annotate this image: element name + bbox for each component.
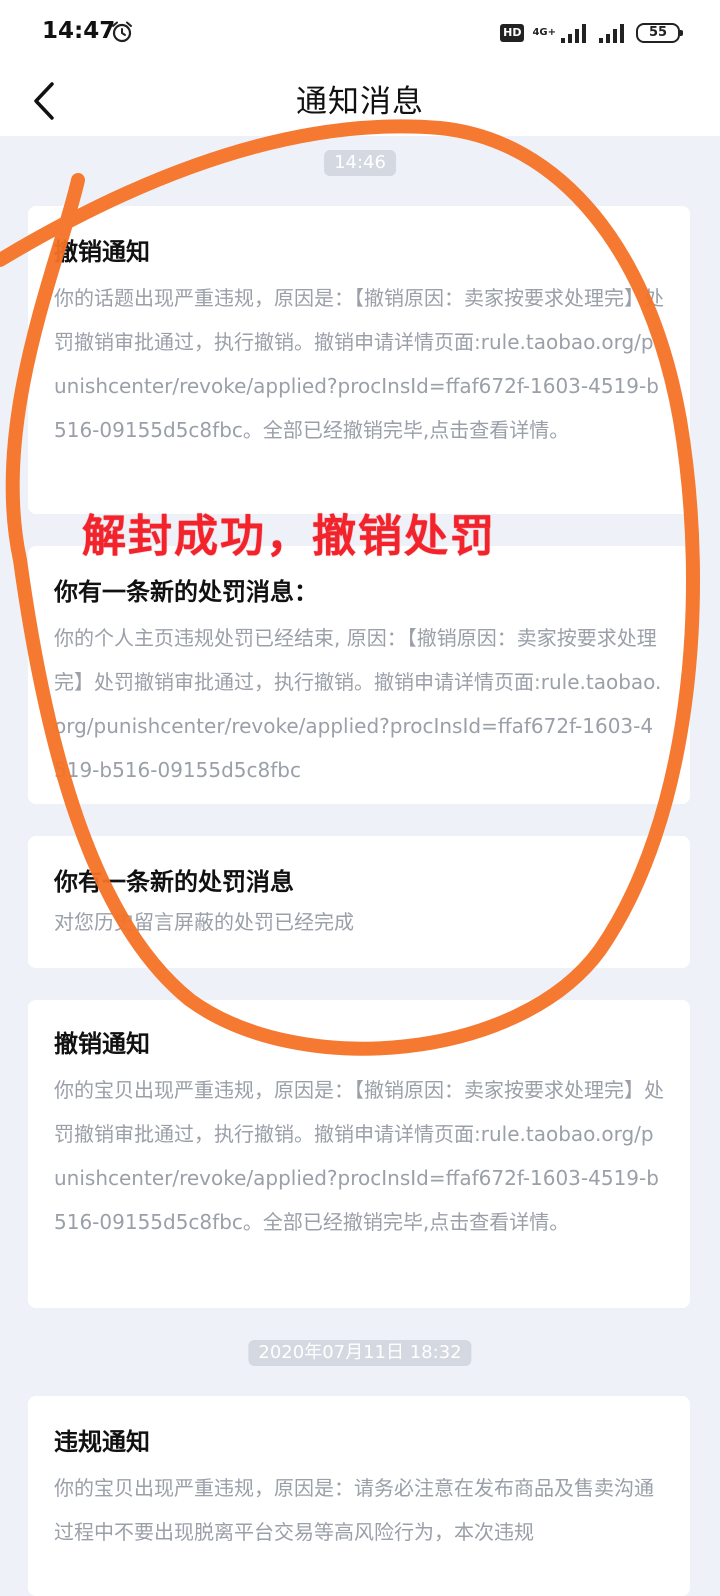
- message-title: 撤销通知: [54, 238, 150, 266]
- message-body: 对您历史留言屏蔽的处罚已经完成: [54, 910, 354, 934]
- signal-strength-icon: [561, 24, 586, 43]
- battery-indicator: 55: [636, 23, 683, 43]
- status-bar: 14:47 HD 4G+ 55: [0, 0, 720, 66]
- message-body: 你的宝贝出现严重违规，原因是：请务必注意在发布商品及售卖沟通过程中不要出现脱离平…: [54, 1476, 654, 1544]
- message-card[interactable]: 你有一条新的处罚消息： 你的个人主页违规处罚已经结束, 原因：【撤销原因：卖家按…: [28, 546, 690, 804]
- network-type-label: 4G+: [532, 27, 556, 38]
- message-body: 你的话题出现严重违规，原因是：【撤销原因：卖家按要求处理完】处罚撤销审批通过，执…: [54, 286, 664, 442]
- message-card[interactable]: 违规通知 你的宝贝出现严重违规，原因是：请务必注意在发布商品及售卖沟通过程中不要…: [28, 1396, 690, 1596]
- message-title: 撤销通知: [54, 1030, 150, 1058]
- message-title: 违规通知: [54, 1428, 150, 1456]
- timestamp-chip: 2020年07月11日 18:32: [248, 1340, 472, 1366]
- message-body: 你的个人主页违规处罚已经结束, 原因：【撤销原因：卖家按要求处理完】处罚撤销审批…: [54, 626, 662, 782]
- message-body: 你的宝贝出现严重违规，原因是：【撤销原因：卖家按要求处理完】处罚撤销审批通过，执…: [54, 1078, 664, 1234]
- message-card[interactable]: 撤销通知 你的宝贝出现严重违规，原因是：【撤销原因：卖家按要求处理完】处罚撤销审…: [28, 1000, 690, 1308]
- annotation-text: 解封成功，撤销处罚: [82, 511, 496, 562]
- message-card[interactable]: 你有一条新的处罚消息 对您历史留言屏蔽的处罚已经完成: [28, 836, 690, 968]
- page-title: 通知消息: [296, 84, 424, 120]
- status-indicators: HD 4G+ 55: [500, 18, 683, 48]
- message-card[interactable]: 撤销通知 你的话题出现严重违规，原因是：【撤销原因：卖家按要求处理完】处罚撤销审…: [28, 206, 690, 514]
- signal-strength-2-icon: [599, 24, 624, 43]
- hd-badge: HD: [500, 24, 525, 42]
- alarm-clock-icon: [112, 21, 132, 43]
- status-time: 14:47: [42, 18, 116, 44]
- nav-bar: 通知消息: [0, 66, 720, 136]
- message-title: 你有一条新的处罚消息: [54, 868, 294, 896]
- message-title: 你有一条新的处罚消息：: [54, 578, 318, 606]
- timestamp-chip: 14:46: [324, 150, 396, 176]
